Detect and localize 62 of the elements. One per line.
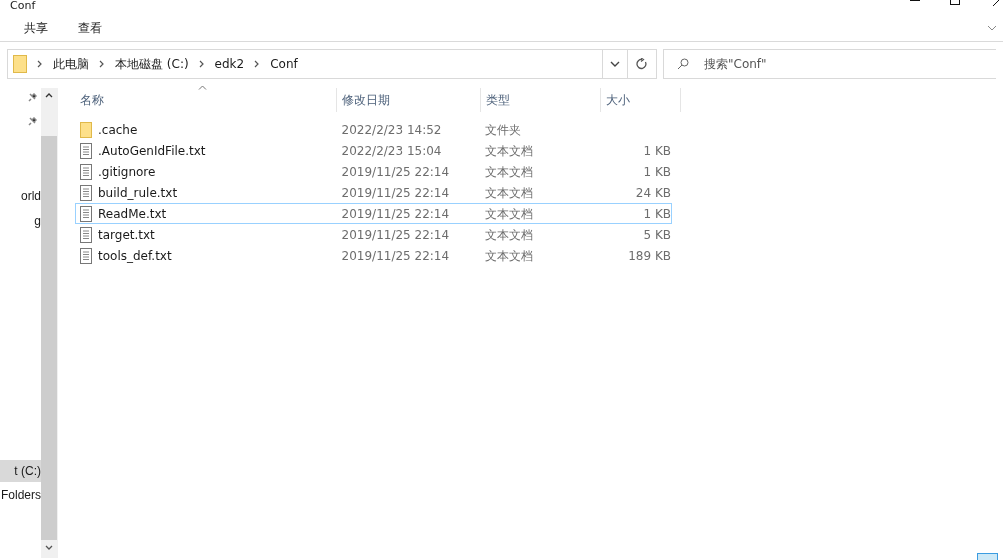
text-file-icon (80, 142, 92, 159)
breadcrumb[interactable]: edk2 (214, 55, 245, 73)
chevron-icon[interactable] (254, 60, 261, 68)
file-type: 文本文档 (485, 143, 534, 158)
file-size: 24 KB (635, 185, 671, 200)
column-header[interactable]: 大小 (606, 91, 630, 109)
file-size: 1 KB (643, 206, 671, 221)
column-header[interactable]: 类型 (486, 91, 510, 109)
ribbon-tab[interactable]: 查看 (78, 18, 102, 37)
file-name[interactable]: tools_def.txt (98, 246, 172, 265)
text-file-icon (80, 247, 92, 264)
modified-date: 2022/2/23 15:04 (341, 143, 442, 158)
file-type: 文本文档 (485, 164, 534, 179)
text-file-icon (80, 226, 92, 243)
chevron-icon[interactable] (198, 60, 205, 68)
nav-item[interactable]: t (C:) (0, 460, 41, 482)
address-bar[interactable]: 此电脑 本地磁盘 (C:) edk2 Conf (7, 49, 657, 79)
file-name[interactable]: target.txt (98, 225, 155, 244)
pin-icon[interactable] (27, 93, 37, 103)
file-name[interactable]: ReadMe.txt (98, 204, 167, 223)
file-type: 文本文档 (485, 206, 534, 221)
breadcrumb[interactable]: Conf (270, 55, 298, 73)
file-type: 文本文档 (485, 227, 534, 242)
modified-date: 2019/11/25 22:14 (341, 185, 450, 200)
chevron-icon[interactable] (37, 60, 43, 68)
file-name[interactable]: .gitignore (98, 162, 156, 181)
column-header[interactable]: 名称 (80, 91, 104, 109)
file-size: 189 KB (628, 248, 671, 263)
caret-icon (610, 61, 620, 67)
scroll-up-icon[interactable] (45, 93, 53, 98)
ribbon-tab[interactable]: 共享 (24, 18, 48, 37)
search-field[interactable]: 搜索"Conf" (663, 49, 996, 79)
window-title: Conf (10, 0, 36, 12)
pin-icon[interactable] (27, 117, 37, 127)
file-size: 5 KB (643, 227, 671, 242)
file-size: 1 KB (643, 143, 671, 158)
breadcrumb[interactable]: 此电脑 (53, 55, 89, 73)
text-file-icon (80, 163, 92, 180)
folder-icon (80, 121, 92, 138)
folder-icon (13, 55, 27, 73)
file-type: 文本文档 (485, 248, 534, 263)
expand-ribbon-icon[interactable] (987, 25, 997, 31)
file-type: 文件夹 (485, 122, 522, 137)
scroll-down-icon[interactable] (45, 545, 53, 550)
file-name[interactable]: build_rule.txt (98, 183, 178, 202)
text-file-icon (80, 184, 92, 201)
focused-row[interactable]: ReadMe.txt 2019/11/25 22:14 文本文档 1 KB (75, 203, 672, 224)
modified-date: 2019/11/25 22:14 (341, 248, 450, 263)
modified-date: 2022/2/23 14:52 (341, 122, 442, 137)
search-icon (677, 58, 689, 70)
file-size: 1 KB (643, 164, 671, 179)
modified-date: 2019/11/25 22:14 (341, 227, 450, 242)
modified-date: 2019/11/25 22:14 (341, 206, 450, 221)
refresh-icon[interactable] (636, 58, 648, 70)
file-type: 文本文档 (485, 185, 534, 200)
file-name[interactable]: .AutoGenIdFile.txt (98, 141, 206, 160)
chevron-icon[interactable] (99, 60, 105, 68)
modified-date: 2019/11/25 22:14 (341, 164, 450, 179)
file-name[interactable]: .cache (98, 120, 138, 139)
text-file-icon (80, 205, 92, 222)
breadcrumb[interactable]: 本地磁盘 (C:) (115, 55, 189, 73)
column-header[interactable]: 修改日期 (342, 91, 390, 109)
